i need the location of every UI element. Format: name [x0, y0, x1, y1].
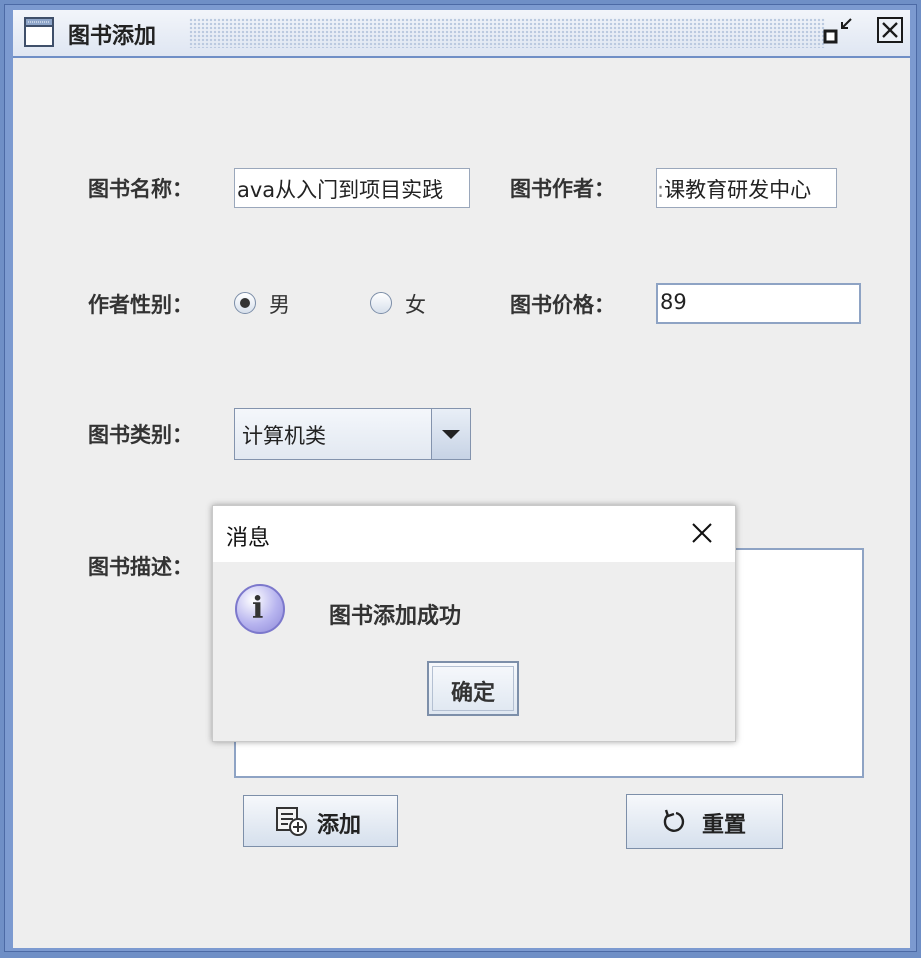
window-title-bar[interactable]: 图书添加	[13, 10, 910, 58]
reset-button[interactable]: 重置	[626, 794, 783, 849]
male-radio[interactable]	[234, 292, 256, 314]
category-select[interactable]: 计算机类	[234, 408, 471, 460]
close-icon[interactable]	[689, 520, 715, 546]
add-book-icon	[276, 807, 307, 836]
description-label: 图书描述：	[88, 554, 193, 579]
category-selected-value: 计算机类	[242, 424, 326, 448]
close-icon	[882, 22, 898, 38]
chevron-down-icon[interactable]	[431, 409, 470, 459]
reset-icon	[663, 809, 685, 832]
book-name-input[interactable]: ava从入门到项目实践	[234, 168, 470, 208]
ok-button[interactable]: 确定	[427, 661, 519, 716]
price-label: 图书价格：	[510, 292, 615, 317]
male-label[interactable]: 男	[269, 289, 290, 319]
dialog-message: 图书添加成功	[329, 603, 462, 629]
dialog-title: 消息	[226, 526, 271, 551]
book-name-label: 图书名称：	[88, 176, 193, 201]
restore-icon[interactable]	[821, 14, 857, 50]
window-title: 图书添加	[68, 23, 157, 49]
add-button-label: 添加	[317, 812, 362, 838]
message-dialog[interactable]: 消息 i 图书添加成功 确定	[212, 505, 736, 742]
author-gender-label: 作者性别：	[88, 292, 193, 317]
content-panel: 图书名称： ava从入门到项目实践 图书作者： :课教育研发中心 作者性别： 男…	[13, 58, 910, 948]
ok-button-label: 确定	[432, 666, 514, 711]
info-icon-glyph: i	[252, 591, 264, 626]
price-input[interactable]: 89	[656, 283, 861, 324]
category-label: 图书类别：	[88, 422, 193, 447]
dialog-header[interactable]: 消息	[213, 506, 735, 562]
reset-button-label: 重置	[702, 812, 747, 838]
author-input[interactable]: :课教育研发中心	[656, 168, 837, 208]
female-label[interactable]: 女	[405, 289, 426, 319]
author-label: 图书作者：	[510, 176, 615, 201]
window-app-icon	[24, 17, 54, 47]
add-button[interactable]: 添加	[243, 795, 398, 847]
window-close-button[interactable]	[877, 17, 903, 43]
author-value: 课教育研发中心	[664, 178, 812, 202]
title-bar-pattern	[189, 18, 825, 48]
female-radio[interactable]	[370, 292, 392, 314]
info-icon: i	[235, 584, 285, 634]
